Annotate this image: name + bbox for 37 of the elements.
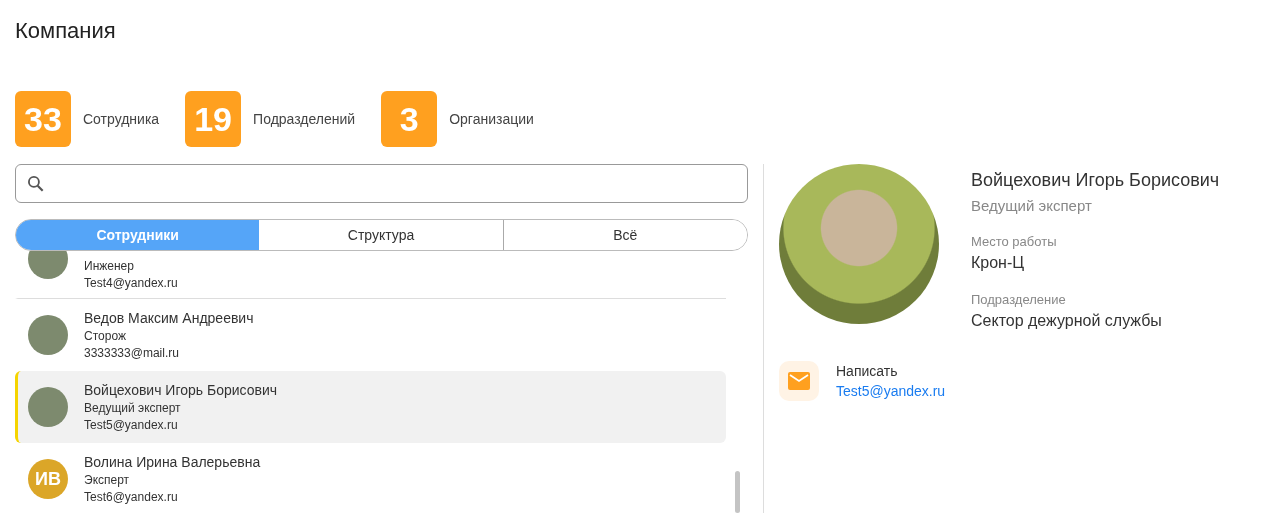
employee-email: 3333333@mail.ru (84, 346, 180, 360)
mail-icon[interactable] (779, 361, 819, 401)
count-badge: 33 (15, 91, 71, 147)
count-label: Сотрудника (83, 111, 160, 127)
count-label: Подразделений (253, 111, 356, 127)
initials-avatar: ИВ (28, 459, 68, 499)
employee-name: Волина Ирина Валерьевна (84, 454, 261, 470)
employee-row[interactable]: Войцехович Игорь Борисович Ведущий эксперт Test5@yandex.ru (15, 371, 726, 443)
employee-role: Инженер (84, 259, 135, 273)
avatar-placeholder (28, 315, 68, 355)
field-value: Крон-Ц (971, 254, 1026, 272)
employee-name: Войцехович Игорь Борисович (84, 382, 278, 398)
employee-email: Test6@yandex.ru (84, 490, 179, 504)
count-label: Организации (449, 111, 534, 127)
employee-name: Ведов Максим Андреевич (84, 310, 254, 326)
search-icon (26, 173, 46, 194)
contact-label: Написать (836, 363, 899, 379)
employee-role: Ведущий эксперт (84, 401, 182, 415)
count-badge: 3 (381, 91, 438, 147)
employee-email: Test5@yandex.ru (84, 418, 179, 432)
page-title: Компания (15, 18, 117, 45)
employee-row[interactable]: Инженер Test4@yandex.ru (15, 251, 726, 299)
tab[interactable]: Всё (502, 220, 747, 250)
profile-name: Войцехович Игорь Борисович (971, 170, 1220, 191)
avatar-placeholder (28, 251, 68, 279)
scrollbar[interactable] (735, 471, 740, 513)
employee-email: Test4@yandex.ru (84, 276, 178, 290)
search-field[interactable] (15, 164, 748, 203)
profile-position: Ведущий эксперт (971, 197, 1093, 214)
count-badge: 19 (185, 91, 242, 147)
field-value: Сектор дежурной службы (971, 312, 1163, 330)
avatar-placeholder (28, 387, 68, 427)
employee-role: Сторож (84, 329, 127, 343)
field-label: Подразделение (971, 292, 1067, 307)
field-label: Место работы (971, 234, 1058, 249)
employee-role: Эксперт (84, 473, 131, 487)
email-link[interactable]: Test5@yandex.ru (836, 383, 946, 399)
